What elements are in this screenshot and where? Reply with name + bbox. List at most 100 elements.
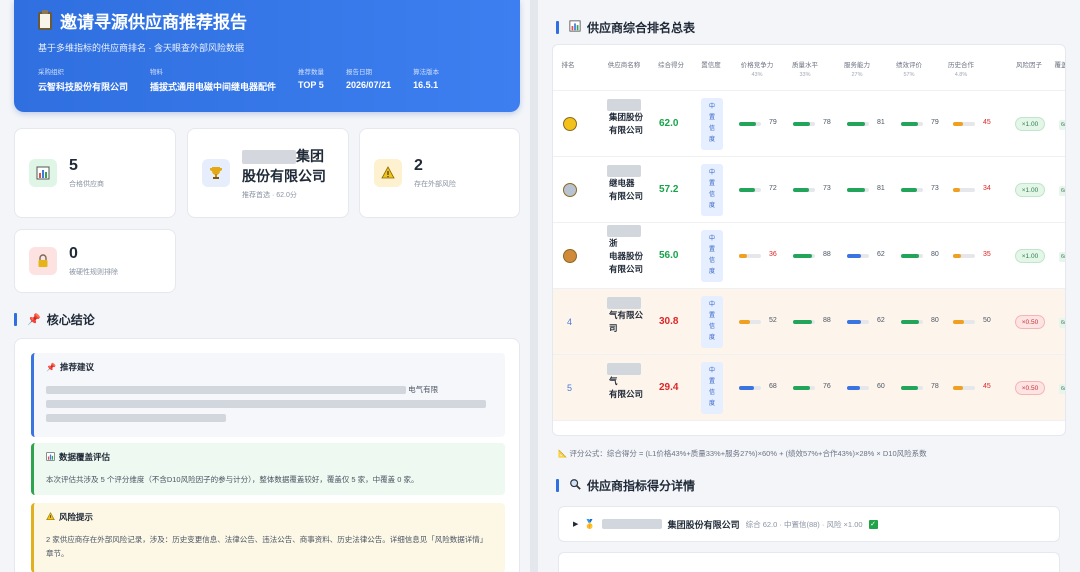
clipboard-icon	[38, 9, 52, 30]
risk-factor-badge: ×1.00	[1015, 117, 1045, 131]
section-title-text: 供应商综合排名总表	[587, 21, 696, 35]
caret-right-icon[interactable]: ▶	[573, 520, 578, 528]
composite-score: 57.2	[659, 184, 679, 195]
detail-item[interactable]	[558, 552, 1060, 572]
stat-excluded: 0 被硬性规则排除	[14, 229, 176, 293]
metric-bar	[847, 122, 869, 126]
column-label: 覆盖	[1054, 62, 1066, 69]
section-ranking: 供应商综合排名总表	[556, 19, 695, 36]
metric-bar	[793, 122, 815, 126]
score-formula: 📐 评分公式：综合得分 = (L1价格43%+质量33%+服务27%)×60% …	[558, 448, 927, 459]
metric-bar-fill	[739, 386, 754, 390]
medal-gold-icon: 🥇	[584, 518, 596, 529]
column-label: 置信度	[701, 62, 721, 69]
supplier-name[interactable]: 继电器 有限公司	[607, 165, 649, 203]
section-title-text: 核心结论	[46, 313, 95, 327]
meta-label: 报告日期	[346, 69, 373, 76]
confidence-badge: 中置信度	[701, 164, 723, 216]
section-accent	[556, 479, 559, 492]
bar-chart-icon	[29, 159, 57, 187]
metric-value: 88	[823, 251, 831, 258]
redacted-name	[607, 224, 641, 237]
recommend-body: 电气有限	[46, 383, 493, 425]
lock-icon	[29, 247, 57, 275]
metric-value: 88	[823, 317, 831, 324]
table-row[interactable]: 5 气有限公司 29.4 中置信度 68 76 60 78 45 ×0.50 6/6	[553, 355, 1065, 421]
pane-divider	[530, 0, 538, 572]
risk-factor-badge: ×1.00	[1015, 249, 1045, 263]
meta-value: TOP 5	[298, 80, 324, 90]
metric-value: 62	[877, 317, 885, 324]
confidence-char: 置	[708, 247, 715, 253]
metric-value: 79	[769, 119, 777, 126]
supplier-name[interactable]: 浙电器股份 有限公司	[607, 224, 649, 276]
redacted-name	[607, 99, 641, 111]
metric-value: 35	[983, 251, 991, 258]
confidence-char: 置	[708, 115, 715, 121]
composite-score: 56.0	[659, 250, 679, 261]
stat-value: 0	[69, 245, 78, 262]
left-pane: 邀请寻源供应商推荐报告 基于多维指标的供应商排名 · 含天眼查外部风险数据 采购…	[0, 0, 530, 572]
risk-factor-badge: ×0.50	[1015, 315, 1045, 329]
medal-silver-icon: 2	[563, 183, 577, 197]
metric-bar-fill	[901, 254, 919, 258]
metric-value: 36	[769, 251, 777, 258]
confidence-badge: 中置信度	[701, 362, 723, 414]
metric-bar	[901, 122, 923, 126]
coverage-badge: 6/6	[1059, 120, 1065, 130]
meta-count: 推荐数量 TOP 5	[298, 66, 324, 93]
supplier-name-line: 有限公司	[609, 125, 644, 135]
column-header: 覆盖	[1051, 59, 1066, 69]
warning-icon	[46, 511, 55, 523]
metric-bar	[739, 386, 761, 390]
meta-value: 16.5.1	[413, 80, 439, 90]
metric-bar	[793, 320, 815, 324]
supplier-name-line: 有限公司	[609, 263, 644, 274]
recommend-tail: 电气有限	[408, 385, 439, 394]
metric-bar	[901, 188, 923, 192]
table-row[interactable]: 2 继电器有限公司 57.2 中置信度 72 73 81 73 34 ×1.00 6/6	[553, 157, 1065, 223]
supplier-name-line: 气	[609, 376, 618, 386]
column-header: 供应商名称	[599, 59, 649, 69]
column-header: 综合得分	[657, 59, 685, 69]
column-header: 置信度	[697, 59, 725, 69]
supplier-name-line: 气有限公	[609, 310, 644, 320]
metric-bar-fill	[847, 254, 861, 258]
column-header: 排名	[559, 59, 577, 69]
metric-value: 81	[877, 185, 885, 192]
ruler-icon: 📐	[558, 449, 568, 458]
stat-external-risk: 2 存在外部风险	[359, 128, 520, 218]
metric-bar	[953, 122, 975, 126]
metric-value: 45	[983, 383, 991, 390]
meta-value: 插拔式通用电磁中间继电器配件	[150, 82, 277, 92]
detail-item[interactable]: ▶ 🥇 集团股份有限公司 综合 62.0 · 中置信(88) · 风险 ×1.0…	[558, 506, 1060, 542]
recommended-name-line1: 集团	[296, 148, 324, 164]
detail-meta: 综合 62.0 · 中置信(88) · 风险 ×1.00	[745, 519, 863, 529]
report-title: 邀请寻源供应商推荐报告	[38, 8, 496, 33]
table-row[interactable]: 1 集团股份有限公司 62.0 中置信度 79 78 81 79 45 ×1.00 6/6	[553, 91, 1065, 157]
section-accent	[556, 21, 559, 34]
supplier-name-line: 浙	[609, 237, 618, 248]
column-header: 服务能力 27%	[837, 59, 877, 78]
confidence-char: 中	[708, 302, 715, 308]
confidence-char: 信	[708, 192, 715, 198]
supplier-name-line: 继电器	[609, 178, 635, 188]
supplier-name[interactable]: 集团股份 有限公司	[607, 99, 649, 137]
formula-text: 评分公式：综合得分 = (L1价格43%+质量33%+服务27%)×60% + …	[569, 449, 927, 458]
confidence-badge: 中置信度	[701, 230, 723, 282]
stat-value: 5	[69, 157, 78, 174]
metric-value: 72	[769, 185, 777, 192]
metric-bar-fill	[953, 386, 963, 390]
metric-bar-fill	[793, 386, 810, 390]
supplier-name[interactable]: 气有限公司	[607, 297, 649, 335]
column-weight: 27%	[851, 72, 863, 78]
supplier-name[interactable]: 气有限公司	[607, 363, 649, 401]
stat-label: 存在外部风险	[414, 181, 456, 188]
table-row[interactable]: 4 气有限公司 30.8 中置信度 52 88 62 80 50 ×0.50 6/6	[553, 289, 1065, 355]
metric-value: 80	[931, 251, 939, 258]
metric-value: 78	[823, 119, 831, 126]
table-row[interactable]: 3 浙电器股份有限公司 56.0 中置信度 36 88 62 80 35 ×1.00 6/6	[553, 223, 1065, 289]
metric-value: 68	[769, 383, 777, 390]
metric-bar-fill	[953, 320, 964, 324]
column-header: 绩效评价 57%	[889, 59, 929, 78]
